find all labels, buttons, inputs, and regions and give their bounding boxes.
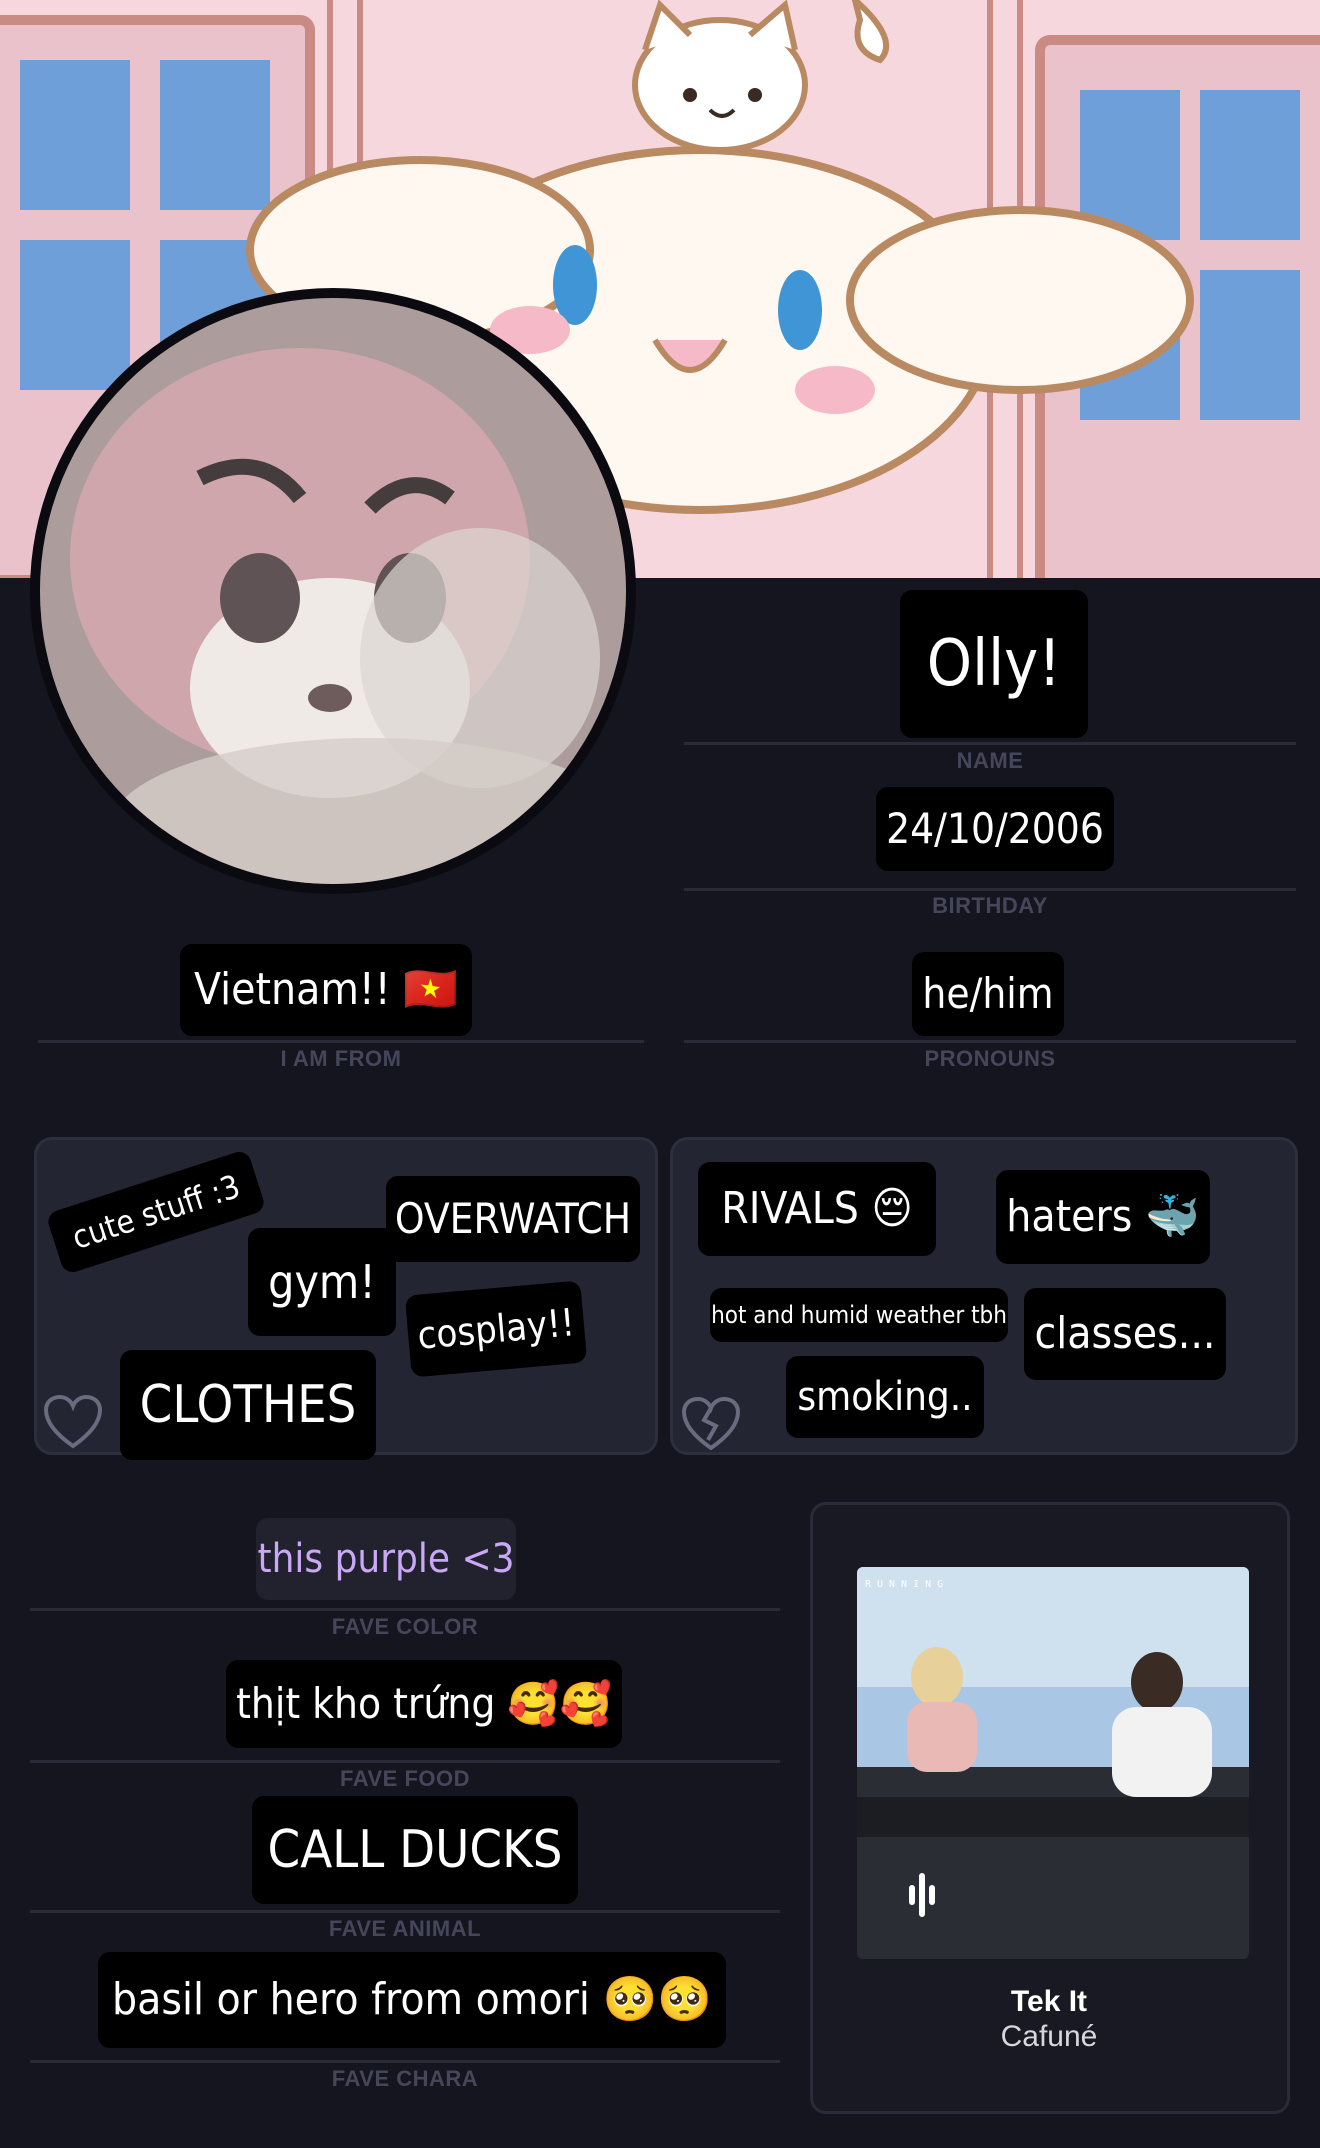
fave-chara-value: basil or hero from omori 🥺🥺 — [98, 1952, 726, 2048]
divider — [30, 1608, 780, 1611]
fave-food-caption: FAVE FOOD — [340, 1766, 470, 1791]
dislike-item: smoking.. — [786, 1356, 984, 1438]
dislike-item: classes... — [1024, 1288, 1226, 1380]
dislike-item: RIVALS 😔 — [698, 1162, 936, 1256]
divider — [30, 1910, 780, 1913]
broken-heart-icon — [681, 1396, 741, 1451]
fave-color-value: this purple <3 — [256, 1518, 516, 1600]
album-header-text: RUNNING — [865, 1579, 949, 1590]
track-title: Tek It — [1010, 1985, 1088, 2018]
fave-animal-value: CALL DUCKS — [252, 1796, 578, 1904]
album-cover[interactable]: RUNNING — [857, 1567, 1249, 1959]
divider — [30, 2060, 780, 2063]
like-item: CLOTHES — [120, 1350, 376, 1460]
divider — [684, 888, 1296, 891]
divider — [30, 1760, 780, 1763]
fave-food-value: thịt kho trứng 🥰🥰 — [226, 1660, 622, 1748]
pronouns-caption: PRONOUNS — [924, 1046, 1056, 1071]
divider — [684, 742, 1296, 745]
birthday-value: 24/10/2006 — [876, 787, 1114, 871]
fave-chara-caption: FAVE CHARA — [331, 2066, 479, 2091]
divider — [684, 1040, 1296, 1043]
fave-color-caption: FAVE COLOR — [331, 1614, 479, 1639]
birthday-caption: BIRTHDAY — [932, 893, 1048, 918]
track-artist: Cafuné — [1000, 2020, 1098, 2053]
dislike-item: hot and humid weather tbh — [710, 1288, 1008, 1342]
name-value: Olly! — [900, 590, 1088, 738]
pronouns-value: he/him — [912, 952, 1064, 1036]
like-item: cosplay!! — [404, 1280, 588, 1378]
like-item: gym! — [248, 1228, 396, 1336]
avatar[interactable] — [40, 298, 626, 884]
divider — [38, 1040, 644, 1043]
name-caption: NAME — [956, 748, 1024, 773]
dislike-item: haters 🐳 — [996, 1170, 1210, 1264]
from-caption: I AM FROM — [280, 1046, 402, 1071]
heart-outline-icon — [43, 1394, 103, 1449]
fave-animal-caption: FAVE ANIMAL — [328, 1916, 482, 1941]
country-value: Vietnam!! 🇻🇳 — [180, 944, 472, 1036]
like-item: OVERWATCH — [386, 1176, 640, 1262]
